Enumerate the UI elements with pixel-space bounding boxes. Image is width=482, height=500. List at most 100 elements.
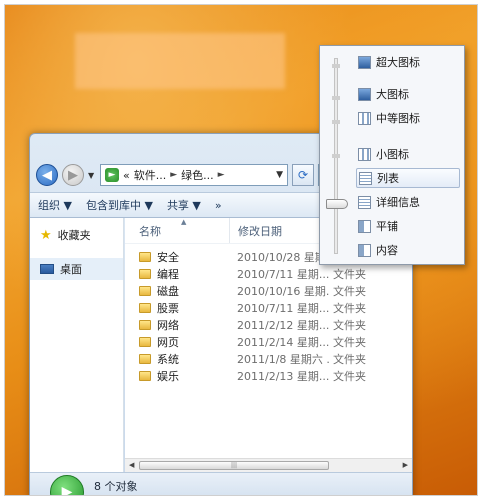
menu-item-label: 列表 xyxy=(377,172,399,185)
object-count: 8 个对象 xyxy=(94,479,138,493)
file-name: 娱乐 xyxy=(157,369,179,383)
file-type: 文件夹 xyxy=(333,284,366,298)
large-icons-icon xyxy=(358,87,371,101)
scroll-right-icon[interactable]: ▶ xyxy=(403,461,408,469)
column-header-name[interactable]: 名称 xyxy=(125,223,229,239)
desktop-wallpaper-highlight xyxy=(75,33,285,89)
scroll-left-icon[interactable]: ◀ xyxy=(129,461,134,469)
address-segment-software[interactable]: 软件... xyxy=(134,167,167,183)
file-date: 2011/1/8 星期六 ... xyxy=(237,352,329,366)
menu-item-tiles[interactable]: 平铺 xyxy=(356,216,460,236)
file-date: 2010/10/16 星期... xyxy=(237,284,329,298)
sidebar-item-label: 收藏夹 xyxy=(57,229,91,242)
file-type: 文件夹 xyxy=(333,335,366,349)
table-row[interactable]: 网页 2011/2/14 星期... 文件夹 xyxy=(125,333,412,350)
scrollbar-thumb[interactable]: ||| xyxy=(139,461,329,470)
file-date: 2011/2/12 星期... xyxy=(237,318,329,332)
menu-item-label: 大图标 xyxy=(376,88,409,101)
table-row[interactable]: 磁盘 2010/10/16 星期... 文件夹 xyxy=(125,282,412,299)
file-name: 网页 xyxy=(157,335,179,349)
address-bar[interactable]: ► « 软件... ► 绿色... ► ▼ xyxy=(100,164,288,186)
menu-item-label: 小图标 xyxy=(376,148,409,161)
slider-stop-mark xyxy=(332,154,340,158)
screenshot-frame: ◀ ▶ ▼ ► « 软件... ► 绿色... ► ▼ ⟳ 搜索 组织 ▼ 包含… xyxy=(4,4,478,496)
share-menu[interactable]: 共享 ▼ xyxy=(167,197,201,213)
horizontal-scrollbar[interactable]: ◀ ||| ▶ xyxy=(125,458,412,472)
folder-location-icon: ► xyxy=(105,168,119,182)
address-overflow-chevron[interactable]: « xyxy=(123,169,130,182)
file-type: 文件夹 xyxy=(333,318,366,332)
menu-item-label: 平铺 xyxy=(376,220,398,233)
folder-icon xyxy=(139,336,151,347)
menu-item-details[interactable]: 详细信息 xyxy=(356,192,460,212)
folder-icon xyxy=(139,370,151,381)
slider-stop-mark xyxy=(332,96,340,100)
toolbar-overflow-chevron[interactable]: » xyxy=(215,199,222,212)
file-name: 编程 xyxy=(157,267,179,281)
view-size-slider-thumb[interactable] xyxy=(326,199,348,209)
include-in-library-menu[interactable]: 包含到库中 ▼ xyxy=(86,197,153,213)
folder-icon xyxy=(139,302,151,313)
folder-status-icon: ▶ xyxy=(50,474,84,495)
table-row[interactable]: 系统 2011/1/8 星期六 ... 文件夹 xyxy=(125,350,412,367)
recent-pages-dropdown-icon[interactable]: ▼ xyxy=(88,171,96,180)
table-row[interactable]: 网络 2011/2/12 星期... 文件夹 xyxy=(125,316,412,333)
navigation-pane: ★ 收藏夹 桌面 xyxy=(30,218,124,472)
file-name: 磁盘 xyxy=(157,284,179,298)
file-date: 2010/7/11 星期... xyxy=(237,301,329,315)
menu-item-large-icons[interactable]: 大图标 xyxy=(356,84,460,104)
status-bar: ▶ 8 个对象 xyxy=(30,472,412,495)
column-header-date[interactable]: 修改日期 xyxy=(229,218,329,243)
file-type: 文件夹 xyxy=(333,369,366,383)
organize-menu[interactable]: 组织 ▼ xyxy=(38,197,72,213)
sort-ascending-icon: ▲ xyxy=(181,218,187,226)
desktop-icon xyxy=(40,264,54,274)
sidebar-item-favorites[interactable]: ★ 收藏夹 xyxy=(30,224,123,246)
details-view-icon xyxy=(358,195,371,209)
file-type: 文件夹 xyxy=(333,352,366,366)
file-date: 2011/2/14 星期... xyxy=(237,335,329,349)
file-date: 2010/7/11 星期... xyxy=(237,267,329,281)
menu-item-label: 详细信息 xyxy=(376,196,420,209)
table-row[interactable]: 股票 2010/7/11 星期... 文件夹 xyxy=(125,299,412,316)
tiles-view-icon xyxy=(358,219,371,233)
folder-icon xyxy=(139,353,151,364)
folder-icon xyxy=(139,285,151,296)
address-segment-green[interactable]: 绿色... xyxy=(181,167,214,183)
folder-icon xyxy=(139,268,151,279)
menu-item-label: 超大图标 xyxy=(376,56,420,69)
file-name: 网络 xyxy=(157,318,179,332)
menu-item-content[interactable]: 内容 xyxy=(356,240,460,260)
table-row[interactable]: 编程 2010/7/11 星期... 文件夹 xyxy=(125,265,412,282)
sidebar-item-label: 桌面 xyxy=(60,263,82,276)
chevron-right-icon[interactable]: ► xyxy=(170,170,177,180)
star-icon: ★ xyxy=(40,227,52,243)
menu-item-small-icons[interactable]: 小图标 xyxy=(356,144,460,164)
menu-item-extra-large-icons[interactable]: 超大图标 xyxy=(356,52,460,72)
menu-item-label: 中等图标 xyxy=(376,112,420,125)
view-options-menu: 超大图标 大图标 中等图标 小图标 列表 详细信息 平铺 内容 xyxy=(319,45,465,265)
small-icons-icon xyxy=(358,147,371,161)
slider-stop-mark xyxy=(332,64,340,68)
file-date: 2011/2/13 星期... xyxy=(237,369,329,383)
table-row[interactable]: 娱乐 2011/2/13 星期... 文件夹 xyxy=(125,367,412,384)
forward-button[interactable]: ▶ xyxy=(62,164,84,186)
file-date: 2010/10/28 星期... xyxy=(237,250,329,264)
menu-item-label: 内容 xyxy=(376,244,398,257)
file-type: 文件夹 xyxy=(333,267,366,281)
medium-icons-icon xyxy=(358,111,371,125)
refresh-button[interactable]: ⟳ xyxy=(292,164,314,186)
file-name: 安全 xyxy=(157,250,179,264)
menu-item-medium-icons[interactable]: 中等图标 xyxy=(356,108,460,128)
file-type: 文件夹 xyxy=(333,301,366,315)
chevron-right-icon[interactable]: ► xyxy=(218,170,225,180)
sidebar-item-desktop[interactable]: 桌面 xyxy=(30,258,123,280)
file-name: 股票 xyxy=(157,301,179,315)
menu-item-list[interactable]: 列表 xyxy=(356,168,460,188)
folder-icon xyxy=(139,251,151,262)
address-dropdown-icon[interactable]: ▼ xyxy=(276,170,283,180)
extra-large-icons-icon xyxy=(358,55,371,69)
folder-icon xyxy=(139,319,151,330)
back-button[interactable]: ◀ xyxy=(36,164,58,186)
content-view-icon xyxy=(358,243,371,257)
